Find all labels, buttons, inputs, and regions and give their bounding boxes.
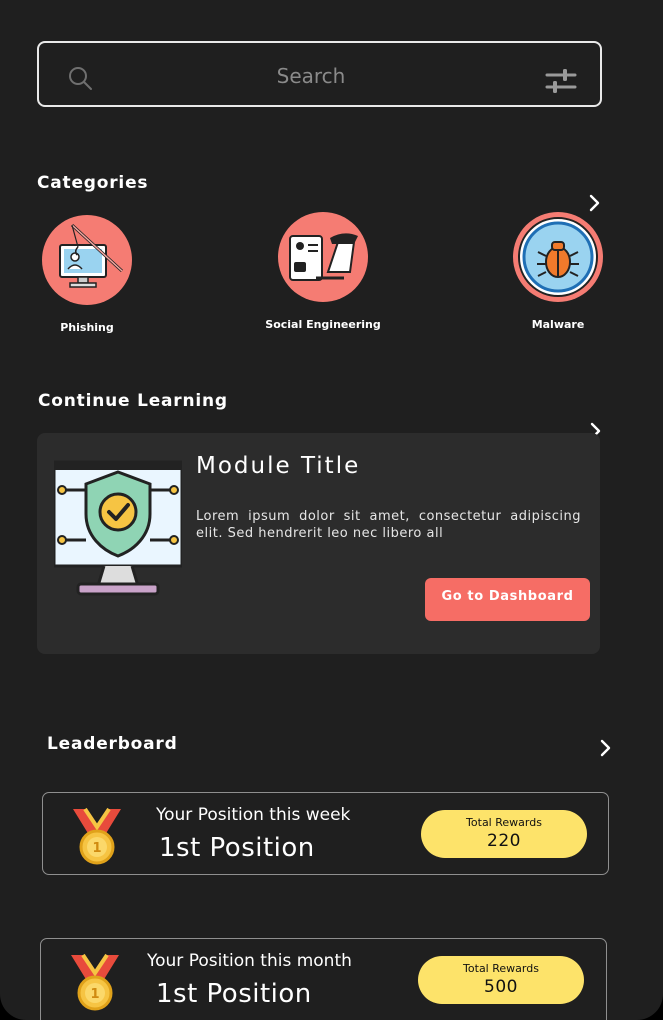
malware-bug-icon bbox=[513, 212, 603, 302]
leaderboard-week-card[interactable]: 1 Your Position this week 1st Position T… bbox=[42, 792, 609, 875]
continue-learning-title: Continue Learning bbox=[38, 391, 228, 411]
category-label: Phishing bbox=[60, 321, 114, 334]
category-malware[interactable]: Malware bbox=[493, 212, 623, 331]
category-social-engineering[interactable]: Social Engineering bbox=[258, 212, 388, 331]
svg-text:1: 1 bbox=[90, 987, 99, 1002]
leaderboard-period: Your Position this week bbox=[156, 805, 351, 825]
home-screen: Categories Phishing bbox=[0, 0, 663, 1020]
leaderboard-month-card[interactable]: 1 Your Position this month 1st Position … bbox=[40, 938, 607, 1020]
search-input[interactable] bbox=[159, 55, 463, 97]
module-description: Lorem ipsum dolor sit amet, consectetur … bbox=[196, 509, 581, 541]
rewards-value: 220 bbox=[487, 831, 521, 851]
total-rewards-badge: Total Rewards 500 bbox=[418, 956, 584, 1004]
filter-sliders-icon[interactable] bbox=[545, 67, 577, 95]
module-title: Module Title bbox=[196, 453, 361, 479]
social-engineering-icon bbox=[278, 212, 368, 302]
categories-chevron-right-icon[interactable] bbox=[587, 193, 601, 213]
categories-title: Categories bbox=[37, 173, 149, 193]
gold-medal-icon: 1 bbox=[71, 953, 119, 1011]
leaderboard-title: Leaderboard bbox=[47, 734, 178, 754]
search-icon bbox=[69, 67, 92, 90]
search-bar[interactable] bbox=[37, 41, 602, 107]
leaderboard-position: 1st Position bbox=[159, 833, 315, 863]
category-phishing[interactable]: Phishing bbox=[22, 215, 152, 334]
rewards-value: 500 bbox=[484, 977, 518, 997]
total-rewards-badge: Total Rewards 220 bbox=[421, 810, 587, 858]
security-shield-monitor-icon bbox=[54, 460, 182, 596]
gold-medal-icon: 1 bbox=[73, 807, 121, 865]
module-card[interactable]: Module Title Lorem ipsum dolor sit amet,… bbox=[37, 433, 600, 654]
rewards-label: Total Rewards bbox=[463, 962, 539, 975]
leaderboard-chevron-right-icon[interactable] bbox=[598, 738, 612, 758]
category-label: Social Engineering bbox=[265, 318, 381, 331]
go-to-dashboard-button[interactable]: Go to Dashboard bbox=[425, 578, 590, 621]
rewards-label: Total Rewards bbox=[466, 816, 542, 829]
leaderboard-position: 1st Position bbox=[156, 979, 312, 1009]
leaderboard-period: Your Position this month bbox=[147, 951, 352, 971]
category-label: Malware bbox=[531, 318, 585, 331]
svg-text:1: 1 bbox=[92, 841, 101, 856]
phishing-icon bbox=[42, 215, 132, 305]
